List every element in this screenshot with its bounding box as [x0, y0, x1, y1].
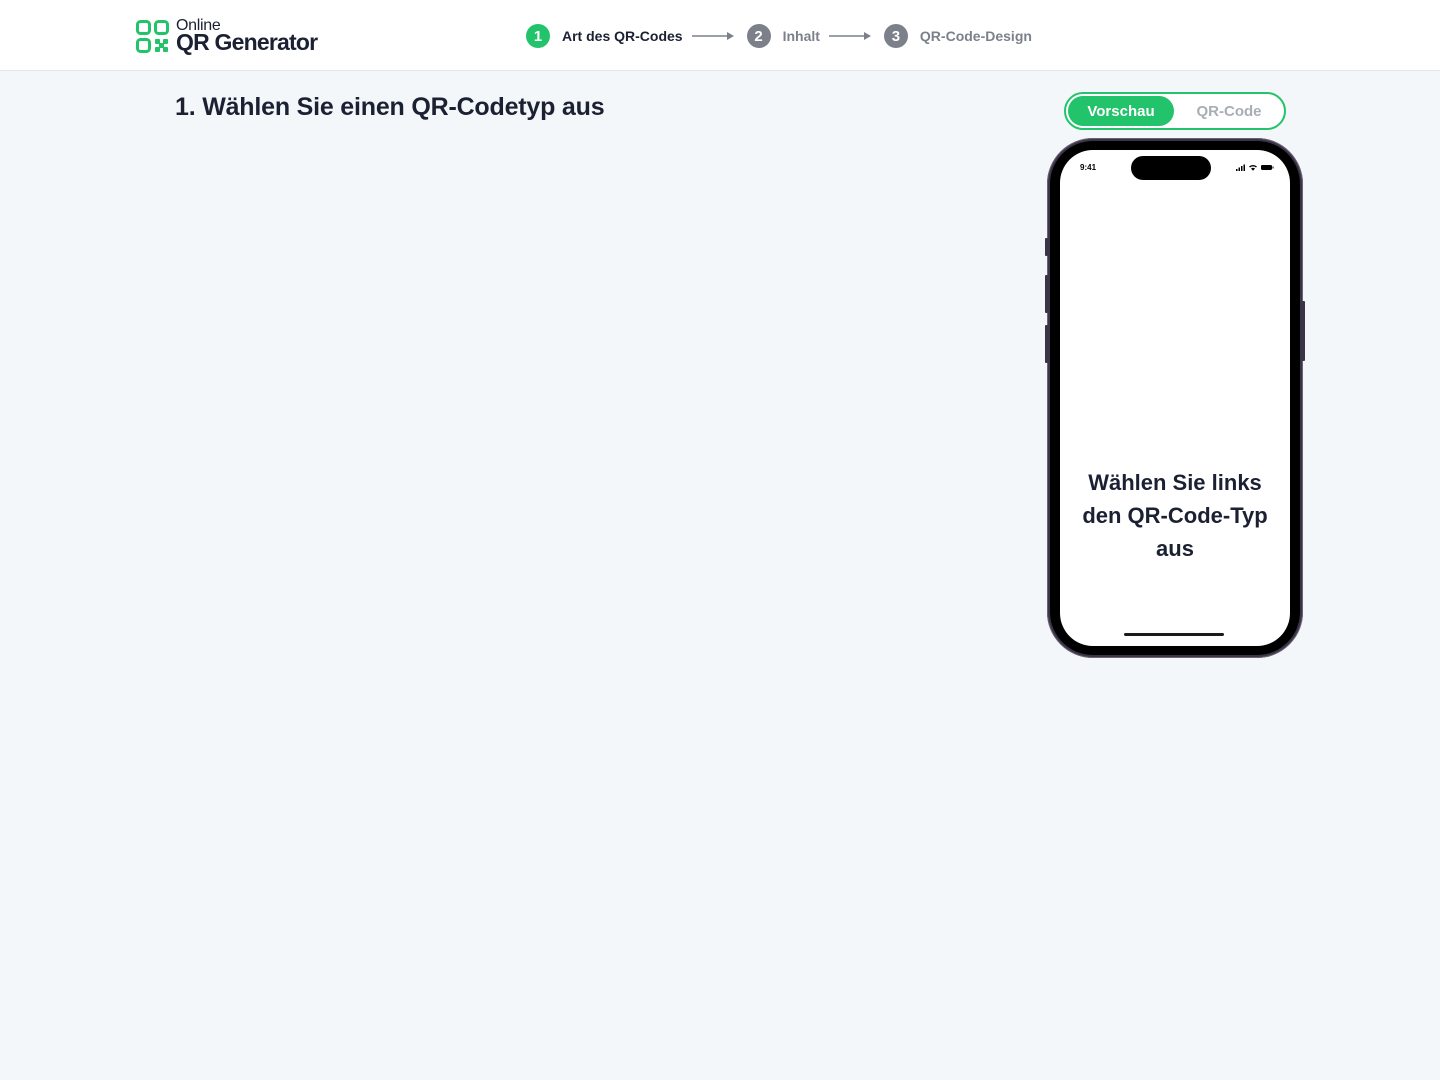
phone-side-button: [1045, 325, 1048, 363]
step-2-number: 2: [746, 24, 771, 48]
status-bar-icons: [1236, 164, 1274, 171]
arrow-right-icon: [691, 32, 734, 40]
step-progress: 1 Art des QR-Codes 2 Inhalt 3 QR-Code-De…: [526, 24, 1032, 48]
step-1-number: 1: [526, 24, 550, 48]
preview-toggle: Vorschau QR-Code: [1064, 92, 1286, 130]
toggle-preview-button[interactable]: Vorschau: [1068, 96, 1174, 126]
phone-preview: 9:41 Wählen Sie links den QR-Code-Typ au…: [1045, 138, 1305, 658]
logo-link[interactable]: Online QR Generator: [136, 17, 318, 55]
step-1-label: Art des QR-Codes: [562, 28, 683, 44]
step-3-number: 3: [883, 24, 908, 48]
step-3-label: QR-Code-Design: [919, 28, 1032, 44]
home-indicator: [1124, 633, 1224, 636]
phone-side-button: [1302, 301, 1305, 361]
phone-side-button: [1045, 275, 1048, 313]
top-header: Online QR Generator 1 Art des QR-Codes 2…: [0, 0, 1440, 71]
phone-side-button: [1045, 238, 1048, 256]
phone-screen: 9:41 Wählen Sie links den QR-Code-Typ au…: [1060, 150, 1290, 646]
dynamic-island: [1131, 156, 1211, 180]
qr-logo-icon: [136, 20, 169, 53]
phone-preview-message: Wählen Sie links den QR-Code-Typ aus: [1082, 470, 1268, 561]
step-1[interactable]: 1 Art des QR-Codes: [526, 24, 683, 48]
step-3[interactable]: 3 QR-Code-Design: [883, 24, 1032, 48]
arrow-right-icon: [828, 32, 871, 40]
step-2-label: Inhalt: [782, 28, 820, 44]
step-2[interactable]: 2 Inhalt: [746, 24, 820, 48]
page-title: 1. Wählen Sie einen QR-Codetyp aus: [175, 93, 605, 121]
status-time: 9:41: [1080, 163, 1097, 172]
logo-text-qr-generator: QR Generator: [176, 29, 318, 55]
toggle-qr-code-button[interactable]: QR-Code: [1176, 96, 1282, 126]
